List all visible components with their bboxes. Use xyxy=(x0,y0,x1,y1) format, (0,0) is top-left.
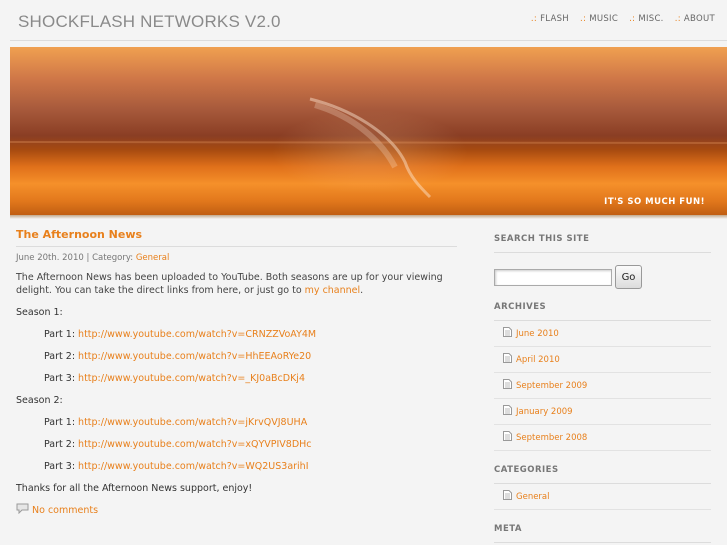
page-icon xyxy=(503,405,516,418)
search-form: Go xyxy=(494,265,711,289)
archive-link[interactable]: September 2009 xyxy=(516,381,587,391)
youtube-link[interactable]: http://www.youtube.com/watch?v=_KJ0aBcDK… xyxy=(78,373,305,384)
youtube-link[interactable]: http://www.youtube.com/watch?v=WQ2US3ari… xyxy=(78,461,308,472)
list-item: General xyxy=(494,484,711,510)
list-item: April 2010 xyxy=(494,347,711,373)
site-title[interactable]: SHOCKFLASH NETWORKS V2.0 xyxy=(18,12,281,32)
nav-item-flash[interactable]: .: FLASH xyxy=(531,14,569,24)
banner-shadow xyxy=(10,215,727,219)
part-row: Part 1: http://www.youtube.com/watch?v=C… xyxy=(16,328,457,341)
part-label: Part 1: xyxy=(44,417,79,428)
post-thanks: Thanks for all the Afternoon News suppor… xyxy=(16,483,253,494)
banner-tagline: IT'S SO MUCH FUN! xyxy=(604,197,705,207)
page-icon xyxy=(503,379,516,392)
sidebar: SEARCH THIS SITE Go ARCHIVES June 2010 A… xyxy=(494,234,711,543)
list-item: September 2009 xyxy=(494,373,711,399)
part-label: Part 2: xyxy=(44,351,79,362)
post-intro: The Afternoon News has been uploaded to … xyxy=(16,271,457,297)
nav-separator: .: xyxy=(580,14,587,24)
archives-widget-title: ARCHIVES xyxy=(494,302,711,321)
banner-swirl-graphic xyxy=(10,97,727,199)
categories-list: General xyxy=(494,484,711,510)
archive-link[interactable]: April 2010 xyxy=(516,355,560,365)
part-label: Part 3: xyxy=(44,461,79,472)
part-label: Part 1: xyxy=(44,329,79,340)
archive-link[interactable]: January 2009 xyxy=(516,407,573,417)
list-item: January 2009 xyxy=(494,399,711,425)
my-channel-link[interactable]: my channel xyxy=(305,285,361,296)
season-heading: Season 1: xyxy=(16,307,63,318)
youtube-link[interactable]: http://www.youtube.com/watch?v=xQYVPIV8D… xyxy=(78,439,312,450)
youtube-link[interactable]: http://www.youtube.com/watch?v=CRNZZVoAY… xyxy=(78,329,316,340)
top-navigation: .: FLASH .: MUSIC .: MISC. .: ABOUT xyxy=(523,14,715,24)
part-row: Part 3: http://www.youtube.com/watch?v=W… xyxy=(16,460,457,473)
nav-item-misc[interactable]: .: MISC. xyxy=(629,14,664,24)
part-row: Part 2: http://www.youtube.com/watch?v=H… xyxy=(16,350,457,363)
search-go-button[interactable]: Go xyxy=(615,265,642,289)
header-divider xyxy=(10,40,727,41)
post-intro-text: The Afternoon News has been uploaded to … xyxy=(16,272,443,296)
archive-link[interactable]: June 2010 xyxy=(516,329,559,339)
post-title[interactable]: The Afternoon News xyxy=(16,228,457,247)
comment-bubble-icon xyxy=(16,503,32,518)
nav-separator: .: xyxy=(530,14,538,24)
page-icon xyxy=(503,353,516,366)
nav-separator: .: xyxy=(629,14,636,24)
post-date: June 20th. 2010 xyxy=(16,253,84,263)
nav-item-music[interactable]: .: MUSIC xyxy=(580,14,618,24)
part-row: Part 3: http://www.youtube.com/watch?v=_… xyxy=(16,372,457,385)
comments-row: No comments xyxy=(16,503,457,518)
archive-link[interactable]: September 2008 xyxy=(516,433,587,443)
header-banner: IT'S SO MUCH FUN! xyxy=(10,47,727,218)
part-label: Part 2: xyxy=(44,439,79,450)
post-meta: June 20th. 2010 | Category: General xyxy=(16,252,457,265)
part-row: Part 2: http://www.youtube.com/watch?v=x… xyxy=(16,438,457,451)
list-item: June 2010 xyxy=(494,321,711,347)
nav-label: MISC. xyxy=(638,14,664,24)
nav-item-about[interactable]: .: ABOUT xyxy=(675,14,715,24)
main-content: The Afternoon News June 20th. 2010 | Cat… xyxy=(16,228,457,518)
archives-list: June 2010 April 2010 September 2009 Janu… xyxy=(494,321,711,451)
meta-widget-title: META xyxy=(494,524,711,543)
list-item: September 2008 xyxy=(494,425,711,451)
categories-widget-title: CATEGORIES xyxy=(494,465,711,484)
post-body: The Afternoon News has been uploaded to … xyxy=(16,271,457,495)
youtube-link[interactable]: http://www.youtube.com/watch?v=jKrvQVJ8U… xyxy=(78,417,307,428)
page-icon xyxy=(503,431,516,444)
post-category-link[interactable]: General xyxy=(136,253,170,263)
post-intro-end: . xyxy=(360,285,364,296)
category-link[interactable]: General xyxy=(516,492,550,502)
search-input[interactable] xyxy=(494,268,612,286)
youtube-link[interactable]: http://www.youtube.com/watch?v=HhEEAoRYe… xyxy=(78,351,311,362)
search-widget-title: SEARCH THIS SITE xyxy=(494,234,711,253)
comments-link[interactable]: No comments xyxy=(32,504,98,517)
nav-label: ABOUT xyxy=(683,14,715,24)
nav-separator: .: xyxy=(674,14,681,24)
nav-label: FLASH xyxy=(540,14,569,24)
page-icon xyxy=(503,490,516,503)
part-row: Part 1: http://www.youtube.com/watch?v=j… xyxy=(16,416,457,429)
page-icon xyxy=(503,327,516,340)
nav-label: MUSIC xyxy=(589,14,619,24)
season-heading: Season 2: xyxy=(16,395,63,406)
part-label: Part 3: xyxy=(44,373,79,384)
post-category-prefix: | Category: xyxy=(83,253,136,263)
